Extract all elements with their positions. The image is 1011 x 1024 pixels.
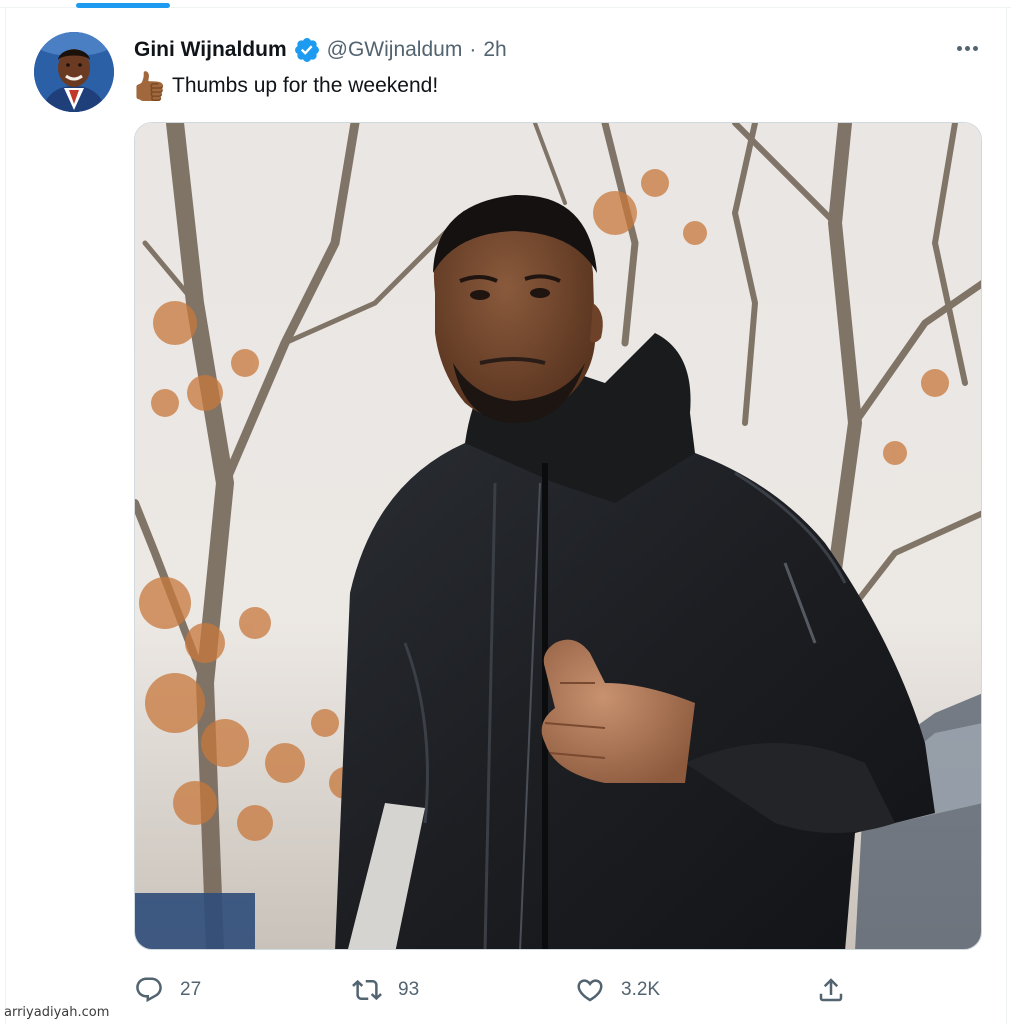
retweet-icon: [352, 979, 382, 1001]
more-icon[interactable]: [951, 34, 983, 62]
timestamp[interactable]: 2h: [483, 38, 506, 62]
separator-dot: ·: [469, 38, 477, 61]
tweet-text: Thumbs up for the weekend!: [134, 70, 438, 102]
timeline-right-border: [1006, 8, 1007, 1024]
avatar[interactable]: [34, 32, 114, 112]
heart-icon: [577, 979, 603, 1002]
reply-count: 27: [180, 979, 202, 1000]
reply-icon: [136, 977, 162, 1003]
like-count: 3.2K: [621, 979, 661, 1000]
reply-button[interactable]: 27: [134, 970, 201, 1010]
tweet[interactable]: Gini Wijnaldum @GWijnaldum · 2h Thumbs u…: [6, 8, 1006, 1024]
tweet-photo[interactable]: [134, 122, 982, 950]
retweet-button[interactable]: 93: [352, 970, 419, 1010]
display-name[interactable]: Gini Wijnaldum: [134, 38, 287, 62]
watermark: arriyadiyah.com: [4, 1005, 110, 1020]
tweet-text-content: Thumbs up for the weekend!: [172, 74, 439, 97]
tweet-header: Gini Wijnaldum @GWijnaldum · 2h: [134, 36, 507, 64]
like-button[interactable]: 3.2K: [575, 970, 660, 1010]
share-icon: [819, 978, 843, 1002]
share-button[interactable]: [816, 970, 846, 1010]
thumbs-up-emoji-icon: [134, 71, 164, 101]
user-handle[interactable]: @GWijnaldum: [327, 38, 463, 62]
verified-badge-icon: [293, 36, 321, 64]
retweet-count: 93: [398, 979, 420, 1000]
tweet-actions: 27 93 3.2K: [134, 970, 854, 1010]
